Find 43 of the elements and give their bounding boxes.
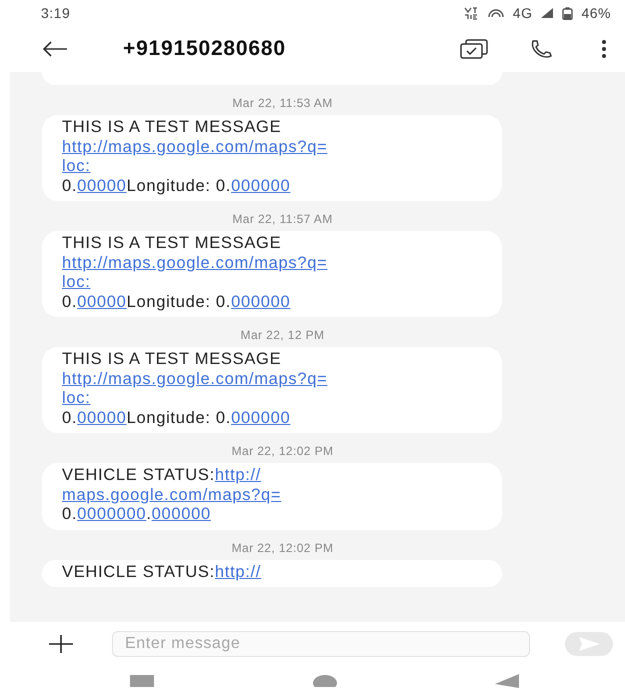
- message-timestamp: Mar 22, 11:57 AM: [232, 211, 333, 228]
- message-text: THIS IS A TEST MESSAGE http://maps.google.com/maps?q= loc: 0.00000Longitude: 0.000000: [62, 118, 328, 196]
- message-link[interactable]: 00000: [77, 176, 127, 194]
- message-timestamp: Mar 22, 12:02 PM: [232, 443, 334, 460]
- message-link[interactable]: 00000: [77, 408, 127, 426]
- message-link[interactable]: 0000000: [77, 505, 146, 523]
- clock-time: 3:19: [41, 5, 70, 21]
- home-button[interactable]: [312, 674, 336, 686]
- message-link[interactable]: maps.google.com/maps?q=: [62, 486, 282, 504]
- select-messages-button[interactable]: [459, 39, 489, 59]
- message-timestamp: Mar 22, 12 PM: [240, 327, 324, 344]
- message-timestamp: Mar 22, 11:53 AM: [232, 95, 333, 112]
- message-link[interactable]: loc:: [62, 389, 90, 407]
- message-link[interactable]: 00000: [77, 292, 127, 310]
- message-timestamp: Mar 22, 12:02 PM: [232, 540, 334, 556]
- message-text: VEHICLE STATUS:http:// maps.google.com/maps?q= 0.0000000.000000: [62, 466, 282, 524]
- back-nav-button[interactable]: [495, 674, 519, 688]
- message-link[interactable]: 000000: [231, 176, 290, 194]
- hotspot-icon: [486, 8, 505, 18]
- message-link[interactable]: http://maps.google.com/maps?q=: [62, 254, 328, 272]
- message-link[interactable]: 000000: [231, 292, 290, 310]
- message-link[interactable]: http://: [214, 466, 262, 484]
- message-link[interactable]: 000000: [231, 408, 290, 426]
- back-button[interactable]: [42, 41, 68, 57]
- message-link[interactable]: http://maps.google.com/maps?q=: [62, 138, 328, 156]
- recent-apps-button[interactable]: [130, 674, 154, 686]
- battery-icon: [562, 6, 574, 20]
- message-text: VEHICLE STATUS:http://: [62, 562, 262, 582]
- message-link[interactable]: loc:: [62, 273, 90, 291]
- message-text: THIS IS A TEST MESSAGE http://maps.google.com/maps?q= loc: 0.00000Longitude: 0.000000: [62, 234, 328, 312]
- message-link[interactable]: 000000: [152, 505, 211, 523]
- message-text: THIS IS A TEST MESSAGE http://maps.google.com/maps?q= loc: 0.00000Longitude: 0.000000: [62, 350, 328, 428]
- signal-icon: [540, 7, 554, 19]
- message-link[interactable]: http://: [214, 562, 262, 580]
- message-input-field[interactable]: Enter message: [112, 631, 530, 657]
- more-options-button[interactable]: [601, 39, 607, 59]
- contact-number: +919150280680: [123, 37, 287, 61]
- message-link[interactable]: http://maps.google.com/maps?q=: [62, 370, 328, 388]
- message-link[interactable]: loc:: [62, 157, 90, 175]
- call-button[interactable]: [529, 39, 553, 59]
- battery-percentage: 46%: [581, 5, 611, 21]
- volte-icon: [462, 6, 479, 20]
- network-type: 4G: [512, 5, 532, 21]
